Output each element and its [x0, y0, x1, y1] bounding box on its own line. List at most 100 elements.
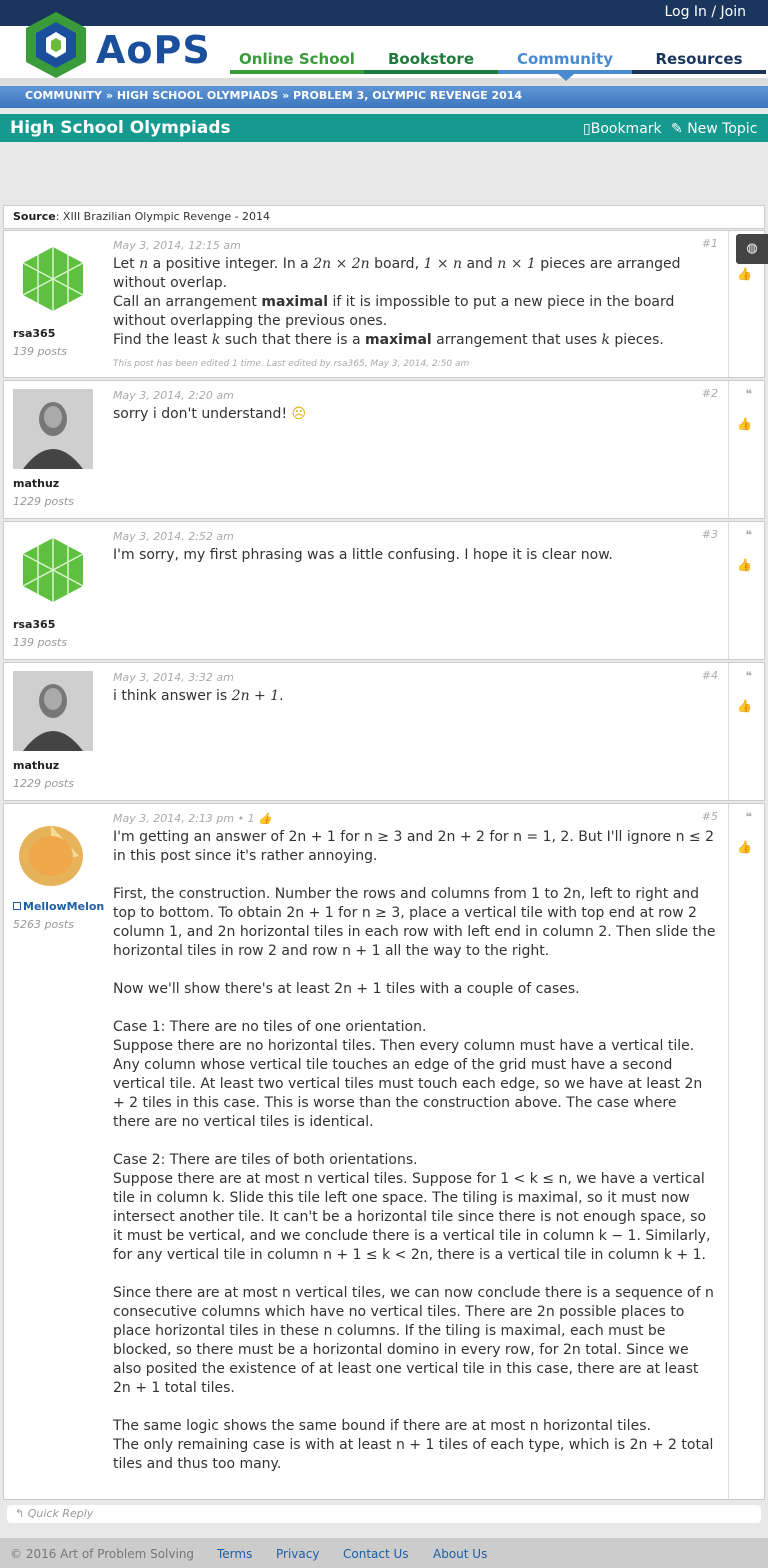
post-body: I'm getting an answer of 2n + 1 for n ≥ … [113, 828, 717, 1474]
breadcrumb-separator: » [282, 89, 290, 102]
globe-icon[interactable]: ◍ [736, 234, 768, 264]
paragraph: Since there are at most n vertical tiles… [113, 1285, 714, 1396]
post-3: rsa365 139 posts May 3, 2014, 2:52 am #3… [3, 521, 765, 660]
moderator-badge-icon [13, 902, 21, 910]
post-body: i think answer is 2n + 1. [113, 688, 284, 704]
paragraph: The same logic shows the same bound if t… [113, 1418, 651, 1434]
breadcrumb-topic[interactable]: PROBLEM 3, OLYMPIC REVENGE 2014 [293, 89, 522, 102]
aops-logo-icon[interactable] [24, 10, 88, 80]
post-body: sorry i don't understand! ☹ [113, 406, 307, 422]
avatar[interactable] [13, 530, 93, 610]
nav-active-arrow-icon [558, 74, 574, 81]
avatar[interactable] [13, 671, 93, 751]
post-body: Let n a positive integer. In a 2n × 2n b… [113, 256, 681, 348]
post-5: MellowMelon 5263 posts May 3, 2014, 2:13… [3, 803, 765, 1500]
username[interactable]: rsa365 [13, 618, 55, 631]
post-actions: ❝ 👍 [728, 522, 764, 659]
ad-space [0, 142, 768, 204]
post-date: May 3, 2014, 12:15 am [113, 239, 241, 252]
paragraph: Suppose there are no horizontal tiles. T… [113, 1038, 703, 1130]
paragraph: Suppose there are at most n vertical til… [113, 1171, 711, 1263]
breadcrumb-separator: » [105, 89, 113, 102]
edit-note: This post has been edited 1 time. Last e… [113, 359, 470, 369]
post-date: May 3, 2014, 2:52 am [113, 530, 234, 543]
post-date: May 3, 2014, 2:20 am [113, 389, 234, 402]
top-bar: Log In / Join [0, 0, 768, 26]
post-number[interactable]: #2 [702, 387, 718, 400]
avatar[interactable] [13, 812, 93, 892]
footer-about-link[interactable]: About Us [433, 1547, 487, 1561]
post-count: 139 posts [13, 345, 67, 358]
paragraph: I'm getting an answer of 2n + 1 for n ≥ … [113, 829, 714, 864]
reply-icon: ↰ [15, 1507, 25, 1520]
paragraph: Case 2: There are tiles of both orientat… [113, 1152, 418, 1168]
thumbs-up-icon[interactable]: 👍 [737, 840, 752, 854]
post-date: May 3, 2014, 2:13 pm • 1 👍 [113, 812, 272, 825]
quote-icon[interactable]: ❝ [746, 528, 752, 542]
quote-icon[interactable]: ❝ [746, 669, 752, 683]
nav-community[interactable]: Community [498, 48, 632, 74]
post-4: mathuz 1229 posts May 3, 2014, 3:32 am #… [3, 662, 765, 801]
forum-title[interactable]: High School Olympiads [10, 118, 231, 138]
quote-icon[interactable]: ❝ [746, 810, 752, 824]
post-actions: ❝ 👍 [728, 381, 764, 518]
source-value: : XIII Brazilian Olympic Revenge - 2014 [55, 210, 271, 223]
post-number[interactable]: #5 [702, 810, 718, 823]
quote-icon[interactable]: ❝ [746, 387, 752, 401]
post-number[interactable]: #4 [702, 669, 718, 682]
aops-logo-text[interactable]: AoPS [96, 28, 211, 72]
post-2: mathuz 1229 posts May 3, 2014, 2:20 am #… [3, 380, 765, 519]
edit-icon: ✎ [671, 121, 683, 137]
breadcrumb: COMMUNITY » HIGH SCHOOL OLYMPIADS » PROB… [0, 86, 768, 108]
paragraph: The only remaining case is with at least… [113, 1437, 714, 1472]
post-1: rsa365 139 posts May 3, 2014, 12:15 am #… [3, 230, 765, 378]
new-topic-label: New Topic [687, 121, 758, 137]
post-count: 5263 posts [13, 918, 74, 931]
footer-terms-link[interactable]: Terms [217, 1547, 252, 1561]
quick-reply-label: Quick Reply [27, 1507, 94, 1520]
thumbs-up-icon[interactable]: 👍 [737, 558, 752, 572]
topic-source: Source: XIII Brazilian Olympic Revenge -… [3, 205, 765, 229]
source-label: Source [13, 210, 56, 223]
like-count: • 1 [237, 812, 255, 825]
thumbs-up-icon: 👍 [258, 812, 272, 825]
paragraph: Case 1: There are no tiles of one orient… [113, 1019, 427, 1035]
username[interactable]: rsa365 [13, 327, 55, 340]
breadcrumb-community[interactable]: COMMUNITY [25, 89, 102, 102]
footer-contact-link[interactable]: Contact Us [343, 1547, 409, 1561]
nav-bookstore[interactable]: Bookstore [364, 48, 498, 74]
thumbs-up-icon[interactable]: 👍 [737, 267, 752, 281]
site-footer: © 2016 Art of Problem Solving Terms Priv… [0, 1538, 768, 1568]
bookmark-label: Bookmark [590, 121, 662, 137]
avatar[interactable] [13, 239, 93, 319]
paragraph: Now we'll show there's at least 2n + 1 t… [113, 981, 580, 997]
username[interactable]: MellowMelon [13, 900, 104, 913]
post-actions: ❝ 👍 [728, 663, 764, 800]
copyright: © 2016 Art of Problem Solving [10, 1547, 195, 1561]
bookmark-button[interactable]: ▯Bookmark [583, 121, 662, 137]
username[interactable]: mathuz [13, 477, 59, 490]
breadcrumb-high-school-olympiads[interactable]: HIGH SCHOOL OLYMPIADS [117, 89, 278, 102]
nav-online-school[interactable]: Online School [230, 48, 364, 74]
thumbs-up-icon[interactable]: 👍 [737, 417, 752, 431]
post-count: 1229 posts [13, 777, 74, 790]
avatar[interactable] [13, 389, 93, 469]
login-join-link[interactable]: Log In / Join [664, 4, 746, 20]
quick-reply-button[interactable]: ↰ Quick Reply [7, 1505, 761, 1523]
post-count: 1229 posts [13, 495, 74, 508]
post-number[interactable]: #3 [702, 528, 718, 541]
bookmark-icon: ▯ [583, 121, 591, 137]
post-body: I'm sorry, my first phrasing was a littl… [113, 547, 613, 563]
post-count: 139 posts [13, 636, 67, 649]
footer-privacy-link[interactable]: Privacy [276, 1547, 319, 1561]
post-number[interactable]: #1 [702, 237, 718, 250]
nav-resources[interactable]: Resources [632, 48, 766, 74]
username[interactable]: mathuz [13, 759, 59, 772]
new-topic-button[interactable]: ✎ New Topic [671, 121, 757, 137]
paragraph: First, the construction. Number the rows… [113, 886, 716, 959]
header-divider [0, 78, 768, 86]
post-date: May 3, 2014, 3:32 am [113, 671, 234, 684]
confused-smiley-icon: ☹ [291, 406, 307, 422]
forum-title-bar: High School Olympiads ▯Bookmark ✎ New To… [0, 114, 768, 142]
thumbs-up-icon[interactable]: 👍 [737, 699, 752, 713]
